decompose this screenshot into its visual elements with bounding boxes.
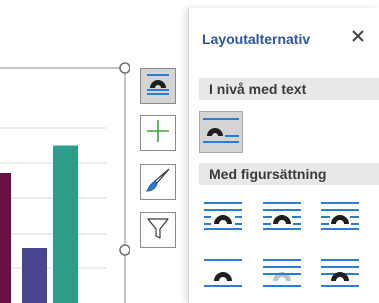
chart-plot [0,62,130,303]
layout-options-button[interactable] [140,68,176,104]
panel-title: Layoutalternativ [202,31,311,47]
wrap-tight-icon [261,199,303,236]
wrap-through-icon [319,199,361,236]
wrap-in-front-icon [319,256,361,293]
option-wrap-behind-text[interactable] [260,253,304,295]
chart-bar [53,145,78,303]
wrap-inline-icon [201,115,241,150]
chart-area[interactable] [0,0,130,303]
option-inline-with-text[interactable] [199,111,243,153]
close-icon [352,29,364,47]
chart-bars [0,145,78,303]
wrap-square-icon [202,199,244,236]
chart-bar [22,248,47,303]
chart-filters-button[interactable] [140,212,176,248]
chart-styles-icon [144,166,172,199]
option-wrap-in-front[interactable] [318,253,362,295]
option-wrap-tight[interactable] [260,196,304,238]
section-inline-with-text: I nivå med text [199,78,379,100]
chart-elements-button[interactable] [140,115,176,151]
layout-options-panel: Layoutalternativ I nivå med text Med fig… [188,8,379,303]
section-with-text-wrapping: Med figursättning [199,163,379,185]
close-button[interactable] [347,27,369,49]
wrap-behind-text-icon [261,256,303,293]
option-wrap-top-bottom[interactable] [201,253,245,295]
resize-handle-top-right[interactable] [119,62,130,74]
chart-bar [0,173,11,303]
chart-styles-button[interactable] [140,164,176,200]
option-wrap-square[interactable] [201,196,245,238]
layout-options-icon [145,71,171,102]
wrap-top-bottom-icon [202,256,244,293]
chart-elements-icon [145,118,171,149]
chart-filters-icon [145,215,171,246]
resize-handle-right[interactable] [119,244,130,256]
option-wrap-through[interactable] [318,196,362,238]
